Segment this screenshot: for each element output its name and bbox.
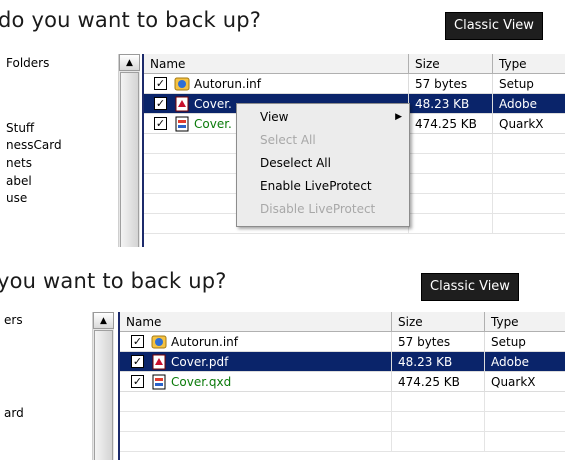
scroll-thumb[interactable] [94, 330, 113, 460]
file-type: QuarkX [493, 114, 565, 134]
column-header-type[interactable]: Type [485, 312, 565, 332]
tree-item[interactable]: use [6, 191, 27, 205]
menu-item-enable-liveprotect[interactable]: Enable LiveProtect [238, 176, 408, 196]
tree-item[interactable]: nessCard [6, 138, 62, 152]
page-heading: you want to back up? [0, 269, 227, 293]
file-size: 48.23 KB [409, 94, 493, 114]
file-size: 48.23 KB [392, 352, 485, 372]
table-row[interactable]: ✓ Autorun.inf 57 bytes Setup [144, 74, 565, 94]
scroll-thumb[interactable] [120, 72, 139, 247]
row-checkbox[interactable]: ✓ [131, 335, 144, 348]
file-name: Cover.qxd [171, 375, 232, 389]
row-checkbox[interactable]: ✓ [131, 355, 144, 368]
file-name: Cover. [194, 117, 232, 131]
file-size: 474.25 KB [392, 372, 485, 392]
tree-item[interactable]: Stuff [6, 121, 34, 135]
bottom-screenshot-panel: you want to back up? Classic View ers ar… [0, 262, 565, 460]
table-row[interactable]: ✓ Cover.pdf 48.23 KB Adobe [120, 352, 565, 372]
empty-row [120, 412, 565, 432]
pdf-file-icon [152, 354, 166, 370]
row-checkbox[interactable]: ✓ [154, 117, 167, 130]
tree-item[interactable]: ard [4, 406, 24, 420]
file-type: Adobe [493, 94, 565, 114]
column-header-name[interactable]: Name [144, 54, 409, 74]
empty-row [120, 392, 565, 412]
file-size: 474.25 KB [409, 114, 493, 134]
row-checkbox[interactable]: ✓ [154, 77, 167, 90]
file-size: 57 bytes [409, 74, 493, 94]
menu-item-disable-liveprotect[interactable]: Disable LiveProtect [238, 199, 408, 219]
table-row[interactable]: ✓ Autorun.inf 57 bytes Setup [120, 332, 565, 352]
tree-scrollbar[interactable]: ▲ [118, 54, 140, 247]
tree-item[interactable]: Folders [6, 56, 49, 70]
folder-tree: ers ard [4, 313, 90, 460]
file-table: Name Size Type ✓ Autorun.inf 57 bytes Se… [118, 312, 565, 460]
row-checkbox[interactable]: ✓ [154, 97, 167, 110]
file-name: Cover. [194, 97, 232, 111]
file-type: Setup [493, 74, 565, 94]
panel-divider [0, 247, 565, 262]
scroll-up-icon[interactable]: ▲ [119, 54, 140, 71]
setup-file-icon [151, 335, 167, 349]
file-type: Adobe [485, 352, 565, 372]
row-checkbox[interactable]: ✓ [131, 375, 144, 388]
column-header-type[interactable]: Type [493, 54, 565, 74]
file-name: Cover.pdf [171, 355, 229, 369]
folder-tree: Folders Stuff nessCard nets abel use [6, 56, 116, 246]
submenu-arrow-icon: ▶ [395, 112, 402, 122]
column-header-size[interactable]: Size [409, 54, 493, 74]
column-header-size[interactable]: Size [392, 312, 485, 332]
file-type: Setup [485, 332, 565, 352]
column-header-name[interactable]: Name [120, 312, 392, 332]
classic-view-button[interactable]: Classic View [421, 273, 519, 301]
menu-item-select-all[interactable]: Select All [238, 130, 408, 150]
empty-row [120, 432, 565, 452]
context-menu: View ▶ Select All Deselect All Enable Li… [236, 103, 410, 227]
file-size: 57 bytes [392, 332, 485, 352]
table-row[interactable]: ✓ Cover.qxd 474.25 KB QuarkX [120, 372, 565, 392]
file-name: Autorun.inf [171, 335, 238, 349]
tree-item[interactable]: nets [6, 156, 32, 170]
scroll-up-icon[interactable]: ▲ [93, 312, 114, 329]
menu-item-deselect-all[interactable]: Deselect All [238, 153, 408, 173]
tree-scrollbar[interactable]: ▲ [92, 312, 114, 460]
quark-file-icon [152, 374, 166, 390]
classic-view-button[interactable]: Classic View [445, 12, 543, 40]
top-screenshot-panel: do you want to back up? Classic View Fol… [0, 0, 565, 247]
pdf-file-icon [175, 96, 189, 112]
tree-item[interactable]: ers [4, 313, 23, 327]
file-name: Autorun.inf [194, 77, 261, 91]
page-heading: do you want to back up? [0, 8, 262, 32]
menu-item-view[interactable]: View ▶ [238, 107, 408, 127]
setup-file-icon [174, 77, 190, 91]
tree-item[interactable]: abel [6, 174, 32, 188]
quark-file-icon [175, 116, 189, 132]
file-type: QuarkX [485, 372, 565, 392]
